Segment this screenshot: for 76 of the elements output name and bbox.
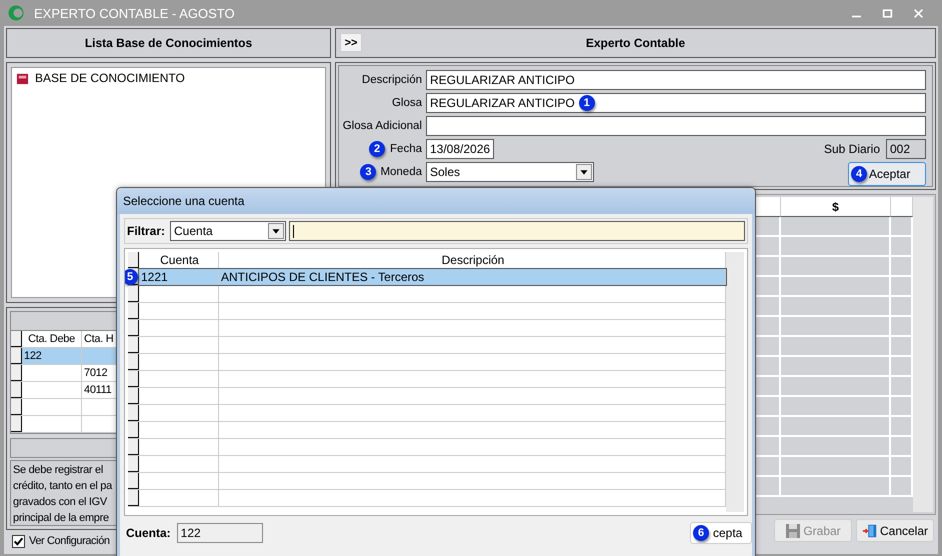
row-header [128,388,139,404]
step-badge: 4 [851,166,867,182]
column-header [891,197,913,217]
row-header [11,416,22,432]
row-header [11,331,22,347]
row-header [128,303,139,319]
row-header [128,422,139,438]
field-label: Sub Diario [824,142,880,156]
table-cell: 7012 [84,367,108,379]
scroll-bar[interactable] [913,197,933,512]
row-header [128,490,139,506]
field-label: Glosa Adicional [342,120,422,132]
row-header [128,320,139,336]
exit-door-icon [862,522,878,538]
row-header [11,365,22,381]
step-badge: 3 [360,164,376,180]
panel-title: Lista Base de Conocimientos [84,36,252,50]
date-field[interactable]: 13/08/2026 [426,139,494,159]
row-header [128,456,139,472]
filter-dropdown[interactable]: Cuenta [170,221,286,241]
checkmark-icon [13,536,24,546]
note-text: principal de la empre [13,512,109,524]
checkbox-label: Ver Configuración [29,535,110,547]
tree-item[interactable]: BASE DE CONOCIMIENTO [16,71,321,85]
table-row[interactable]: 1221 ANTICIPOS DE CLIENTES - Terceros [139,269,726,285]
row-header [128,354,139,370]
step-badge: 5 [125,269,138,285]
input-field[interactable]: REGULARIZAR ANTICIPO 1 [426,93,926,113]
currency-dropdown[interactable]: Soles [426,162,594,182]
cancel-button[interactable]: Cancelar [856,519,934,542]
field-label: Descripción [362,74,422,86]
scroll-bar[interactable] [726,252,744,512]
window-title: EXPERTO CONTABLE - AGOSTO [34,6,236,20]
close-icon[interactable] [913,8,924,18]
dropdown-value: Soles [430,165,460,179]
note-text: crédito, tanto en el pa [13,480,112,492]
note-text: Se debe registrar el [13,464,103,476]
account-field: 122 [176,523,263,543]
accept-button[interactable]: 4 Aceptar [848,162,926,186]
row-header [11,399,22,415]
column-header: Cta. Debe [22,331,82,347]
row-header [11,382,22,398]
table-cell: 122 [24,350,42,362]
row-header [11,348,22,364]
checkbox[interactable] [12,534,25,548]
accept-button[interactable]: 6 cepta [690,522,752,544]
search-field[interactable] [289,221,745,241]
row-header [128,337,139,353]
step-badge: 6 [693,525,709,541]
table-cell: ANTICIPOS DE CLIENTES - Terceros [221,270,424,284]
input-field[interactable]: REGULARIZAR ANTICIPO [426,70,926,90]
input-field[interactable] [426,116,926,136]
column-header: Cta. H [83,332,113,347]
field-label: Filtrar: [127,224,166,238]
field-label: Moneda [380,166,422,178]
step-badge: 1 [578,95,595,111]
maximize-icon[interactable] [882,8,893,18]
row-header [128,473,139,489]
dialog-title: Seleccione una cuenta [123,194,244,208]
panel-title: Experto Contable [586,36,686,50]
note-text: gravados con el IGV [13,496,107,508]
table-cell: 40111 [84,384,112,396]
field-label: Fecha [390,143,422,155]
book-icon [16,72,29,84]
app-logo-icon [8,5,24,21]
field-label: Cuenta: [126,526,171,540]
dropdown-value: Cuenta [174,224,213,238]
row-header [128,405,139,421]
input-field: 002 [886,139,926,159]
row-header [128,439,139,455]
table-cell: 1221 [141,270,168,284]
field-label: Glosa [392,97,422,109]
expand-button[interactable]: >> [340,33,362,52]
step-badge: 2 [369,141,385,157]
column-header: $ [781,197,891,217]
row-header [128,371,139,387]
